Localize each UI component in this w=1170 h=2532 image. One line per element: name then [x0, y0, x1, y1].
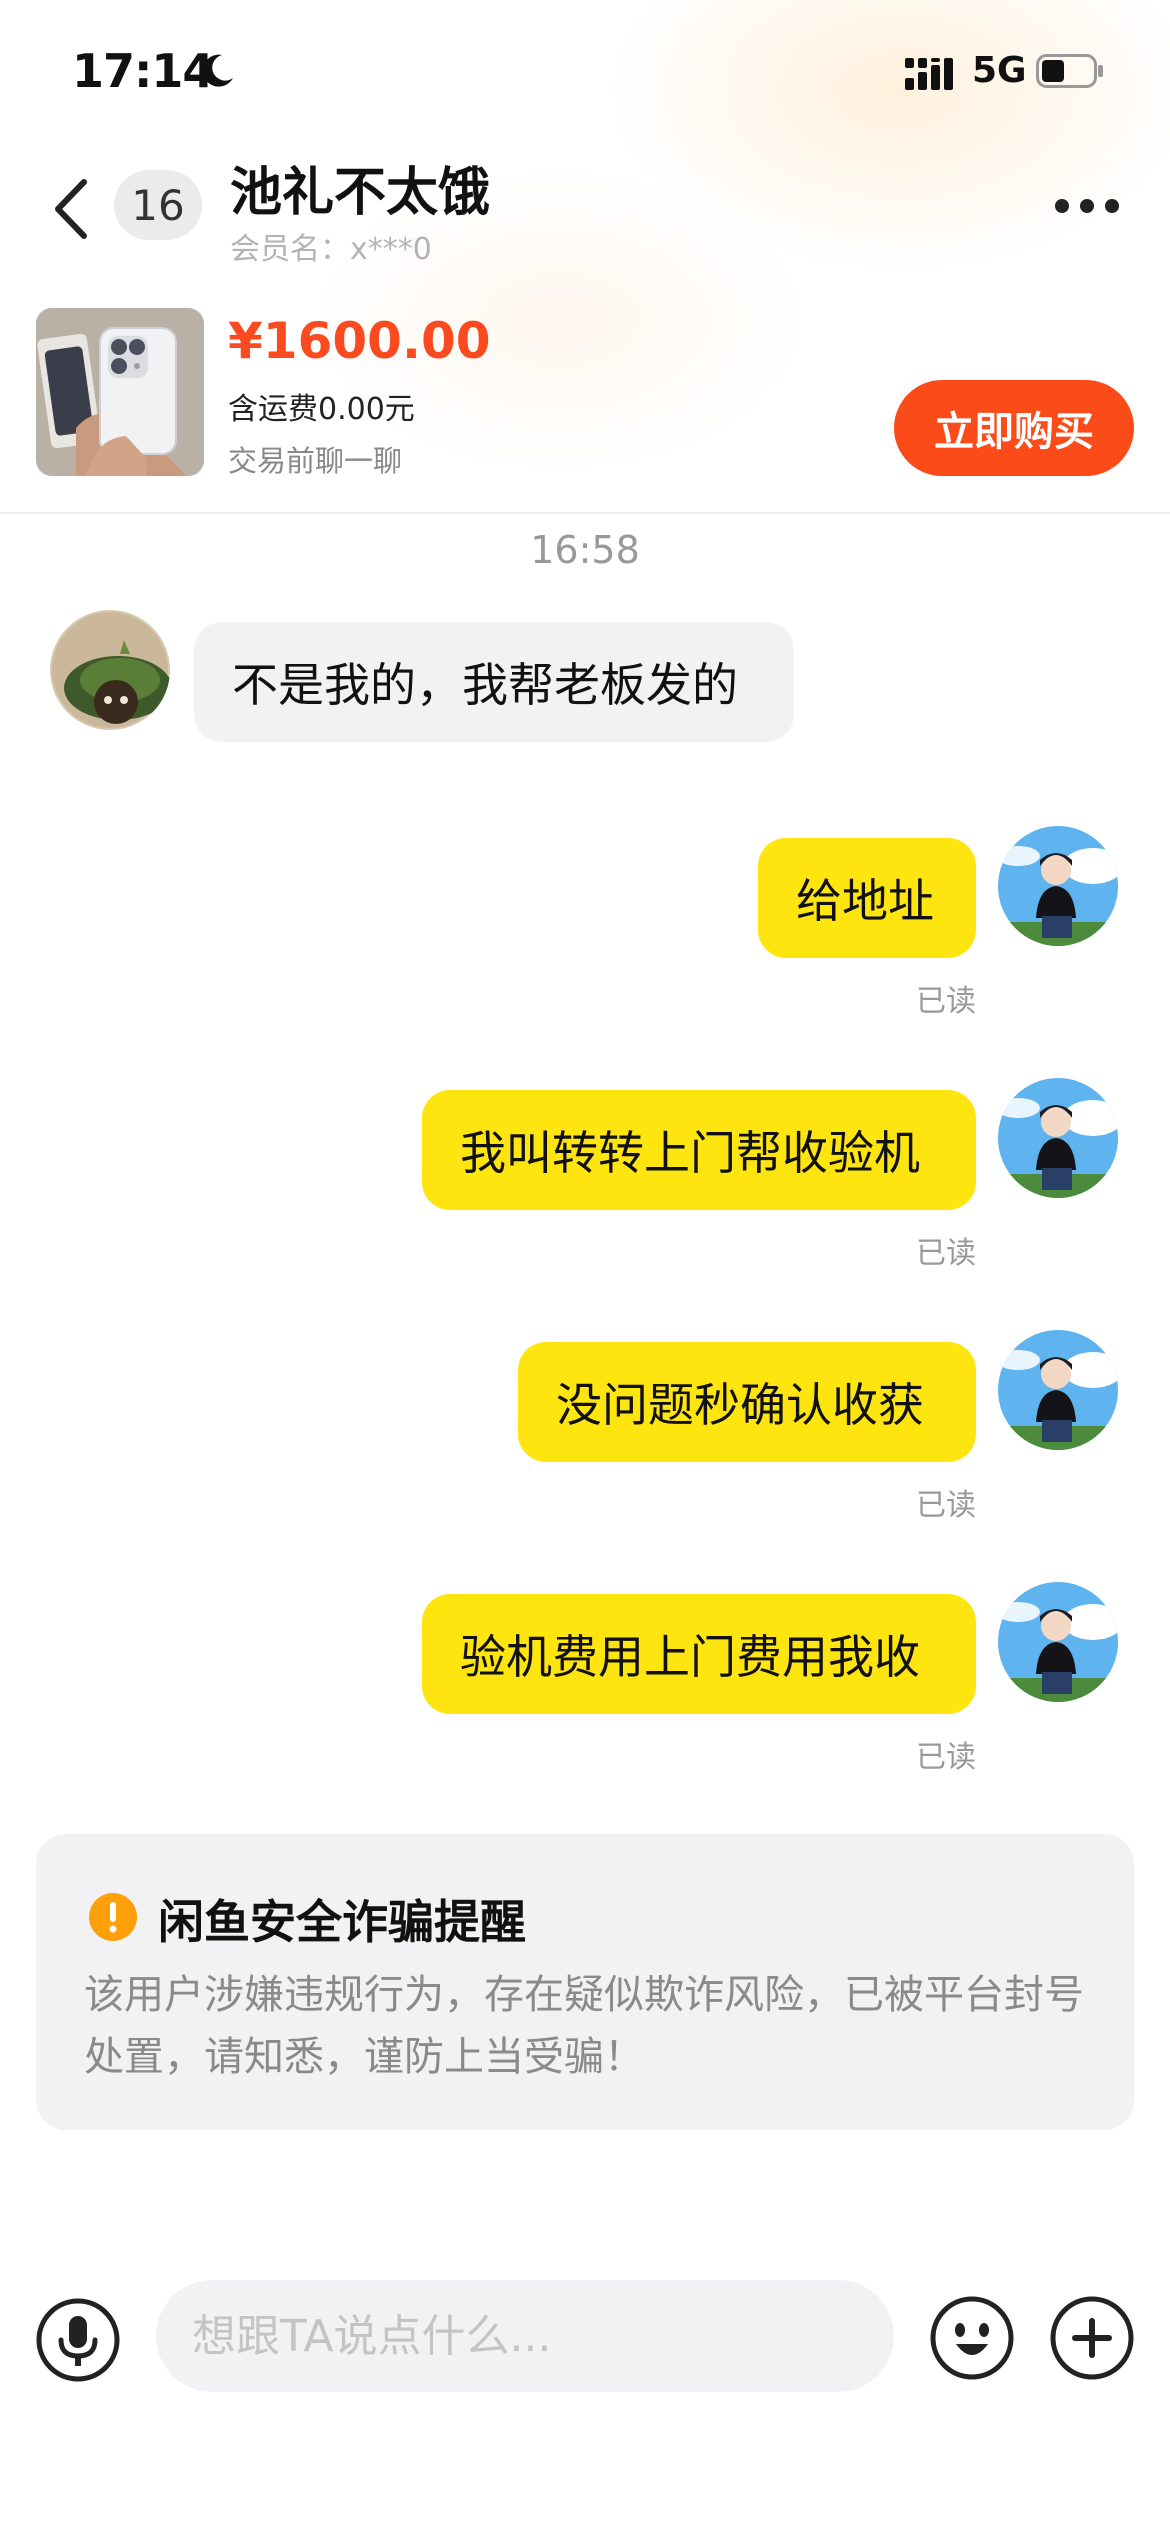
- product-note: 交易前聊一聊: [228, 444, 403, 478]
- my-avatar[interactable]: [998, 1582, 1118, 1702]
- read-status: 已读: [916, 1236, 976, 1271]
- back-icon[interactable]: [50, 178, 94, 240]
- message-text: 给地址: [796, 874, 934, 928]
- message-bubble[interactable]: 没问题秒确认收获: [518, 1342, 976, 1462]
- chat-title[interactable]: 池礼不太饿: [230, 150, 490, 225]
- warning-icon: [89, 1893, 137, 1941]
- member-name: 会员名：x***0: [230, 232, 432, 267]
- read-status: 已读: [916, 984, 976, 1019]
- status-time: 17:14: [72, 44, 214, 98]
- warning-body: 该用户涉嫌违规行为，存在疑似欺诈风险，已被平台封号处置，请知悉，谨防上当受骗！: [84, 1972, 1084, 2080]
- seller-avatar[interactable]: [50, 610, 170, 730]
- signal-icon: [905, 58, 953, 90]
- message-text: 我叫转转上门帮收验机: [460, 1126, 920, 1180]
- read-status: 已读: [916, 1488, 976, 1523]
- product-thumbnail[interactable]: [36, 308, 204, 476]
- more-icon[interactable]: [1054, 198, 1120, 214]
- my-avatar[interactable]: [998, 826, 1118, 946]
- chat-timestamp: 16:58: [530, 528, 640, 572]
- network-type: 5G: [972, 50, 1027, 91]
- emoji-icon[interactable]: [930, 2296, 1014, 2380]
- moon-icon: [202, 54, 233, 87]
- warning-title: 闲鱼安全诈骗提醒: [158, 1895, 526, 1949]
- message-input[interactable]: [156, 2280, 894, 2392]
- shipping-fee: 含运费0.00元: [228, 392, 415, 427]
- message-bubble[interactable]: 不是我的，我帮老板发的: [194, 622, 794, 742]
- message-bubble[interactable]: 验机费用上门费用我收: [422, 1594, 976, 1714]
- my-avatar[interactable]: [998, 1330, 1118, 1450]
- my-avatar[interactable]: [998, 1078, 1118, 1198]
- divider: [0, 512, 1170, 514]
- mic-icon[interactable]: [36, 2298, 120, 2382]
- message-bubble[interactable]: 给地址: [758, 838, 976, 958]
- buy-now-button[interactable]: 立即购买: [894, 380, 1134, 476]
- message-text: 不是我的，我帮老板发的: [232, 658, 738, 712]
- plus-icon[interactable]: [1050, 2296, 1134, 2380]
- read-status: 已读: [916, 1740, 976, 1775]
- battery-icon: [1036, 54, 1103, 88]
- message-text: 没问题秒确认收获: [556, 1378, 924, 1432]
- message-bubble[interactable]: 我叫转转上门帮收验机: [422, 1090, 976, 1210]
- message-text: 验机费用上门费用我收: [460, 1630, 920, 1684]
- unread-count-badge: 16: [114, 170, 202, 240]
- product-price: ¥1600.00: [228, 312, 491, 370]
